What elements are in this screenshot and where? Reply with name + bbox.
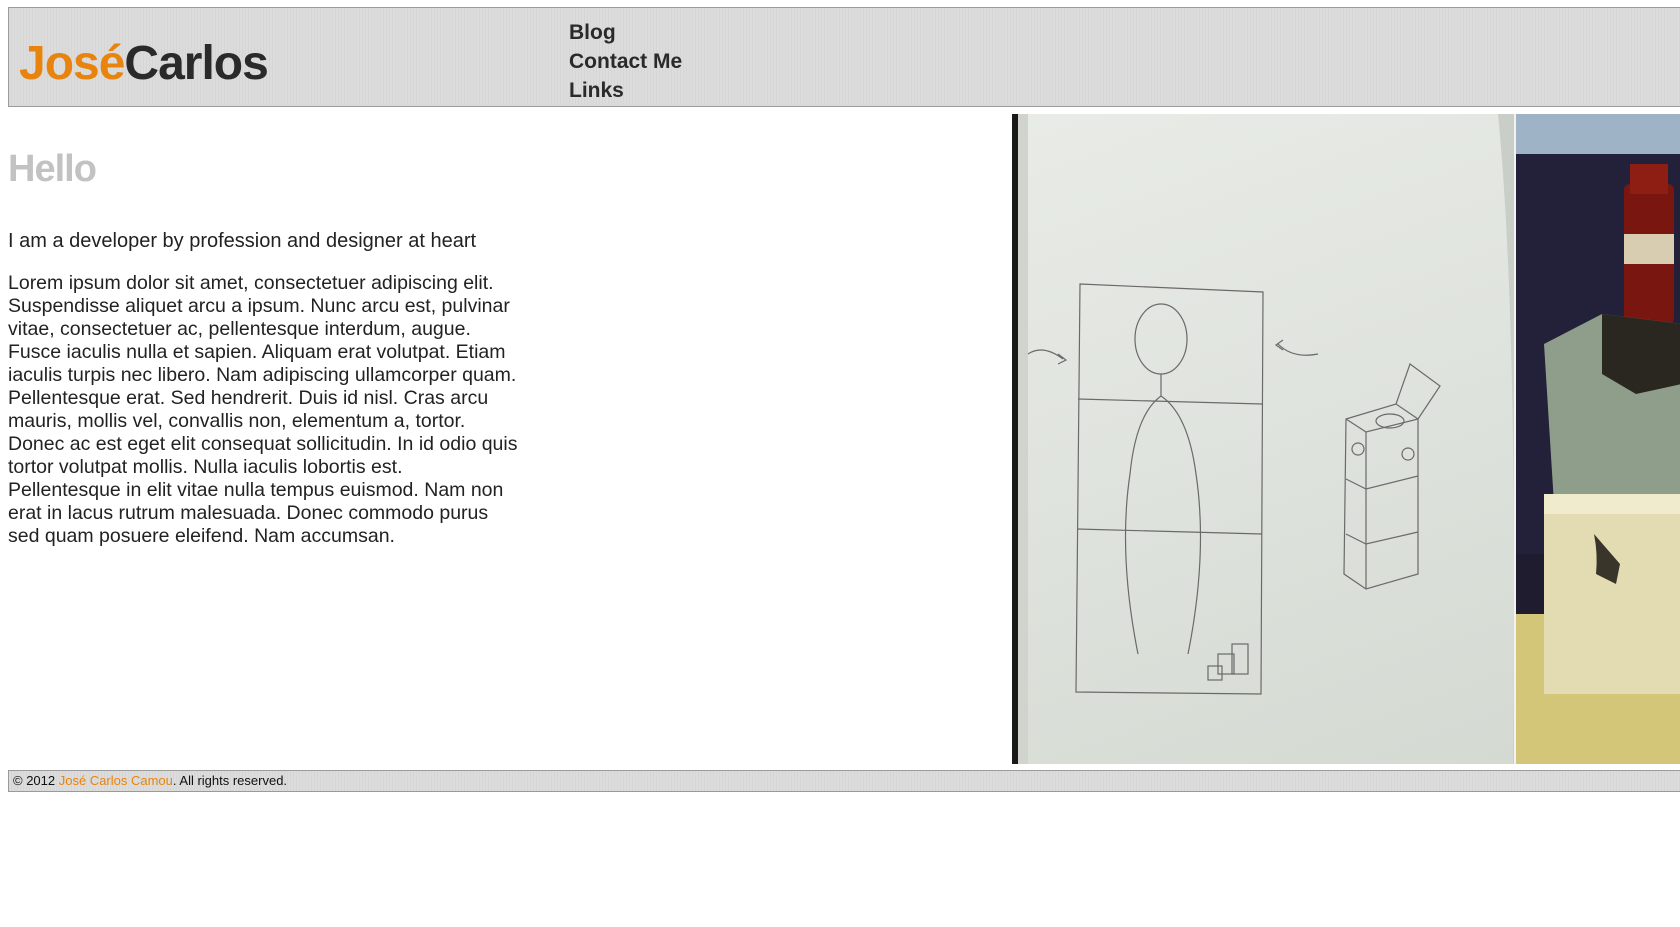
site-header: JoséCarlos Blog Contact Me Links — [8, 7, 1680, 107]
page-heading: Hello — [8, 148, 97, 190]
nav-link-links[interactable]: Links — [569, 76, 682, 105]
copyright-suffix: . All rights reserved. — [172, 773, 288, 788]
box-bottle-drawing — [1516, 114, 1680, 764]
logo-last-name: Carlos — [124, 37, 268, 90]
main-nav: Blog Contact Me Links — [569, 18, 682, 105]
nav-link-blog[interactable]: Blog — [569, 18, 682, 47]
sketch-photo[interactable] — [1018, 114, 1525, 764]
author-link[interactable]: José Carlos Camou — [59, 773, 173, 788]
copyright-prefix: © 2012 — [13, 773, 59, 788]
intro-paragraph: Lorem ipsum dolor sit amet, consectetuer… — [8, 272, 518, 547]
sketch-drawing — [1018, 114, 1525, 764]
logo-first-name: José — [19, 37, 125, 90]
tagline: I am a developer by profession and desig… — [8, 230, 477, 252]
box-bottle-photo[interactable] — [1514, 114, 1680, 764]
site-logo[interactable]: JoséCarlos — [19, 37, 269, 90]
nav-link-contact[interactable]: Contact Me — [569, 47, 682, 76]
image-gallery — [1012, 114, 1680, 764]
site-footer: © 2012 José Carlos Camou. All rights res… — [8, 770, 1680, 792]
